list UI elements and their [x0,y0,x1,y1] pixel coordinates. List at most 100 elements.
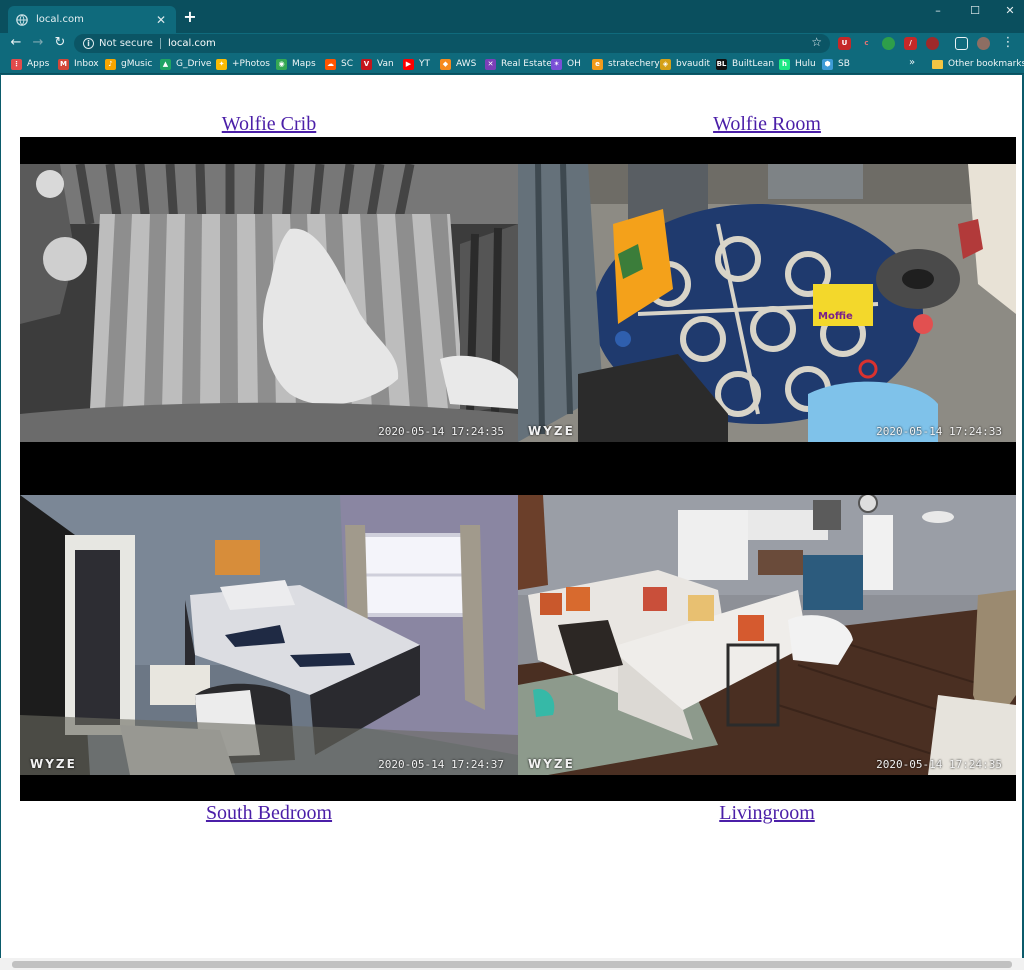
bookmark-bvaudit[interactable]: ◈ bvaudit [660,58,710,70]
info-icon[interactable]: i [83,38,94,49]
star-icon[interactable]: ☆ [811,35,822,49]
bookmark-real-estate[interactable]: ✕ Real Estate [485,58,552,70]
new-tab-button[interactable]: + [181,8,199,26]
top-letterbox [20,137,1016,164]
bookmark-favicon-icon: h [779,58,790,70]
horizontal-scrollbar[interactable] [0,958,1024,970]
middle-letterbox [20,442,1016,495]
globe-icon [16,13,28,26]
crib-feed-image [20,164,518,442]
maximize-button[interactable]: ☐ [963,4,987,18]
extension-ublock-icon[interactable]: U [838,37,851,50]
bookmark-stratechery[interactable]: e stratechery [592,58,660,70]
bookmark-favicon-icon: ◉ [276,58,287,70]
minimize-button[interactable]: – [926,4,950,18]
bookmark-favicon-icon: ⋮ [11,58,22,70]
camera-feed-wolfie-room[interactable]: Moffie WYZE 2020-05-14 17:24:33 [518,164,1016,442]
bookmark-gmusic[interactable]: ♪ gMusic [105,58,152,70]
bookmark-van[interactable]: V Van [361,58,394,70]
bookmark-favicon-icon: ◈ [660,58,671,70]
bookmark-label: +Photos [232,59,270,69]
title-bar: local.com ✕ + – ☐ ✕ [0,0,1024,33]
wyze-watermark: WYZE [30,757,77,771]
bookmark-favicon-icon: e [592,58,603,70]
bookmark-yt[interactable]: ▶ YT [403,58,430,70]
wyze-watermark: WYZE [528,424,575,438]
bookmark-label: bvaudit [676,59,711,69]
bookmark-label: gMusic [121,59,153,69]
bookmark-label: BuiltLean [732,59,775,69]
bookmark-label: stratechery [608,59,660,69]
bookmark-favicon-icon: M [58,58,69,70]
bookmark-photos[interactable]: ✦ +Photos [216,58,270,70]
camera-feed-wolfie-crib[interactable]: 2020-05-14 17:24:35 [20,164,518,442]
bookmarks-bar: » Other bookmarks ⋮ Apps M Inbox ♪ gMusic ▲ G_D… [0,54,1024,74]
url-text[interactable]: local.com [168,38,216,49]
bookmark-favicon-icon: BL [716,58,727,70]
bookmark-hulu[interactable]: h Hulu [779,58,816,70]
bookmark-label: G_Drive [176,59,212,69]
scrollbar-thumb[interactable] [12,961,1012,968]
livingroom-feed-image [518,495,1016,775]
bookmark-sb[interactable]: ⬢ SB [822,58,850,70]
avatar[interactable] [977,37,990,50]
bookmark-label: OH [567,59,581,69]
close-window-button[interactable]: ✕ [998,4,1022,18]
other-bookmarks-folder[interactable]: Other bookmarks [932,58,1024,70]
bedroom-feed-image [20,495,518,775]
camera-feed-south-bedroom[interactable]: WYZE 2020-05-14 17:24:37 [20,495,518,775]
bookmark-inbox[interactable]: M Inbox [58,58,99,70]
security-label: Not secure [99,38,153,49]
address-bar[interactable]: i Not secure local.com ☆ [74,34,830,53]
bookmark-label: Hulu [795,59,816,69]
camera-link-south-bedroom[interactable]: South Bedroom [206,802,332,825]
bookmark-favicon-icon: ⬢ [822,58,833,70]
bookmark-oh[interactable]: ✶ OH [551,58,581,70]
bookmark-favicon-icon: ◆ [440,58,451,70]
bookmark-favicon-icon: ☁ [325,58,336,70]
bookmark-label: Apps [27,59,50,69]
bookmark-favicon-icon: ▶ [403,58,414,70]
extension-css-icon[interactable]: c [860,37,873,50]
other-bookmarks-label: Other bookmarks [948,59,1024,69]
bookmark-label: Van [377,59,394,69]
bookmark-apps[interactable]: ⋮ Apps [11,58,49,70]
reload-icon[interactable]: ↻ [52,35,68,51]
camera-link-livingroom[interactable]: Livingroom [719,802,815,825]
bookmark-favicon-icon: ▲ [160,58,171,70]
bookmarks-overflow-chevron[interactable]: » [909,57,915,68]
extension-pen-icon[interactable]: / [904,37,917,50]
camera-feed-livingroom[interactable]: WYZE 2020-05-14 17:24:35 [518,495,1016,775]
bookmark-favicon-icon: ✶ [551,58,562,70]
cast-icon[interactable] [955,37,968,50]
bookmark-aws[interactable]: ◆ AWS [440,58,476,70]
tab-title: local.com [36,14,84,25]
bookmark-maps[interactable]: ◉ Maps [276,58,316,70]
omnibox-divider [159,38,161,49]
bookmark-builtlean[interactable]: BL BuiltLean [716,58,774,70]
bookmark-label: YT [419,59,430,69]
bookmark-label: Inbox [74,59,99,69]
bookmark-label: SB [838,59,850,69]
extension-red-icon[interactable] [926,37,939,50]
timestamp-overlay: 2020-05-14 17:24:35 [378,425,504,438]
wyze-watermark: WYZE [528,757,575,771]
folder-icon [932,59,943,69]
bookmark-favicon-icon: V [361,58,372,70]
bottom-letterbox [20,775,1016,801]
browser-toolbar: ← → ↻ i Not secure local.com ☆ U c / ⋮ [0,33,1024,54]
close-tab-icon[interactable]: ✕ [154,13,168,27]
browser-tab[interactable]: local.com ✕ [8,6,176,33]
timestamp-overlay: 2020-05-14 17:24:33 [876,425,1002,438]
back-arrow-icon[interactable]: ← [8,35,24,51]
menu-icon[interactable]: ⋮ [1000,35,1016,51]
forward-arrow-icon[interactable]: → [30,35,46,51]
extension-green-icon[interactable] [882,37,895,50]
bookmark-label: Maps [292,59,316,69]
bookmark-sc[interactable]: ☁ SC [325,58,353,70]
camera-link-wolfie-room[interactable]: Wolfie Room [713,113,821,136]
bookmark-label: Real Estate [501,59,552,69]
room-feed-image: Moffie [518,164,1016,442]
camera-link-wolfie-crib[interactable]: Wolfie Crib [222,113,316,136]
bookmark-g-drive[interactable]: ▲ G_Drive [160,58,211,70]
